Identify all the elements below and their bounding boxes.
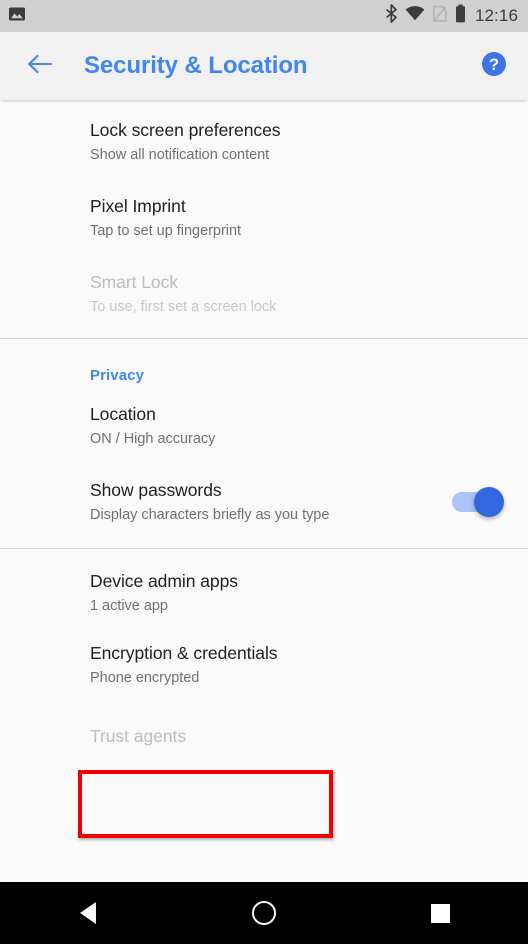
section-security: Lock screen preferences Show all notific…	[0, 100, 528, 338]
section-privacy: Privacy Location ON / High accuracy Show…	[0, 339, 528, 548]
phone-screen: 12:16 Security & Location ? Lock screen …	[0, 0, 528, 944]
status-bar-system-icons: 12:16	[385, 4, 518, 28]
back-arrow-icon	[27, 53, 53, 80]
list-item-device-admin-apps[interactable]: Device admin apps 1 active app	[0, 549, 528, 627]
nav-home-button[interactable]	[176, 882, 352, 944]
recents-square-icon	[430, 903, 450, 923]
navigation-bar	[0, 882, 528, 944]
help-circle-icon: ?	[480, 50, 508, 83]
list-item-subtitle: Phone encrypted	[90, 670, 200, 686]
list-item-text: Encryption & credentials Phone encrypted	[90, 641, 504, 689]
list-item-text: Trust agents	[90, 724, 504, 748]
list-item-lock-screen-preferences[interactable]: Lock screen preferences Show all notific…	[0, 100, 528, 176]
list-item-title: Smart Lock	[90, 272, 178, 292]
page-title: Security & Location	[84, 52, 308, 79]
list-item-title: Device admin apps	[90, 571, 238, 591]
list-item-title: Show passwords	[90, 480, 222, 500]
svg-text:?: ?	[489, 56, 499, 74]
nav-recents-button[interactable]	[352, 882, 528, 944]
image-screenshot-icon	[8, 5, 26, 28]
list-item-text: Location ON / High accuracy	[90, 402, 504, 450]
list-item-subtitle: To use, first set a screen lock	[90, 299, 277, 315]
list-item-trust-agents[interactable]: Trust agents	[0, 701, 528, 763]
list-item-subtitle: ON / High accuracy	[90, 431, 216, 447]
list-item-text: Smart Lock To use, first set a screen lo…	[90, 270, 504, 318]
app-bar: Security & Location ?	[0, 32, 528, 100]
status-bar-notifications	[8, 5, 26, 28]
list-item-subtitle: Show all notification content	[90, 147, 270, 163]
settings-list[interactable]: Lock screen preferences Show all notific…	[0, 100, 528, 882]
bluetooth-icon	[385, 4, 398, 28]
list-item-title: Location	[90, 404, 156, 424]
list-item-location[interactable]: Location ON / High accuracy	[0, 390, 528, 460]
list-item-text: Show passwords Display characters briefl…	[90, 478, 438, 526]
list-item-title: Encryption & credentials	[90, 643, 278, 663]
list-item-subtitle: Display characters briefly as you type	[90, 507, 330, 523]
section-header-privacy: Privacy	[90, 367, 145, 384]
list-item-encryption-and-credentials[interactable]: Encryption & credentials Phone encrypted	[0, 627, 528, 701]
nav-back-button[interactable]	[0, 882, 176, 944]
back-triangle-icon	[80, 902, 96, 924]
back-button[interactable]	[20, 46, 60, 86]
help-button[interactable]: ?	[476, 48, 512, 84]
list-item-title: Trust agents	[90, 726, 187, 746]
list-item-text: Lock screen preferences Show all notific…	[90, 118, 504, 166]
list-item-subtitle: 1 active app	[90, 598, 168, 614]
list-item-text: Device admin apps 1 active app	[90, 569, 504, 617]
list-item-pixel-imprint[interactable]: Pixel Imprint Tap to set up fingerprint	[0, 176, 528, 252]
section-device-admin: Device admin apps 1 active app Encryptio…	[0, 549, 528, 763]
list-item-smart-lock: Smart Lock To use, first set a screen lo…	[0, 252, 528, 338]
status-bar: 12:16	[0, 0, 528, 32]
toggle-thumb	[474, 487, 504, 517]
list-item-show-passwords[interactable]: Show passwords Display characters briefl…	[0, 460, 528, 548]
home-circle-icon	[252, 901, 276, 925]
show-passwords-toggle[interactable]	[452, 487, 504, 517]
wifi-icon	[405, 5, 425, 27]
list-item-text: Pixel Imprint Tap to set up fingerprint	[90, 194, 504, 242]
list-item-subtitle: Tap to set up fingerprint	[90, 223, 242, 239]
list-item-title: Pixel Imprint	[90, 196, 186, 216]
status-bar-clock: 12:16	[474, 6, 518, 25]
list-item-title: Lock screen preferences	[90, 120, 281, 140]
no-sim-icon	[432, 5, 448, 28]
battery-icon	[455, 4, 466, 28]
